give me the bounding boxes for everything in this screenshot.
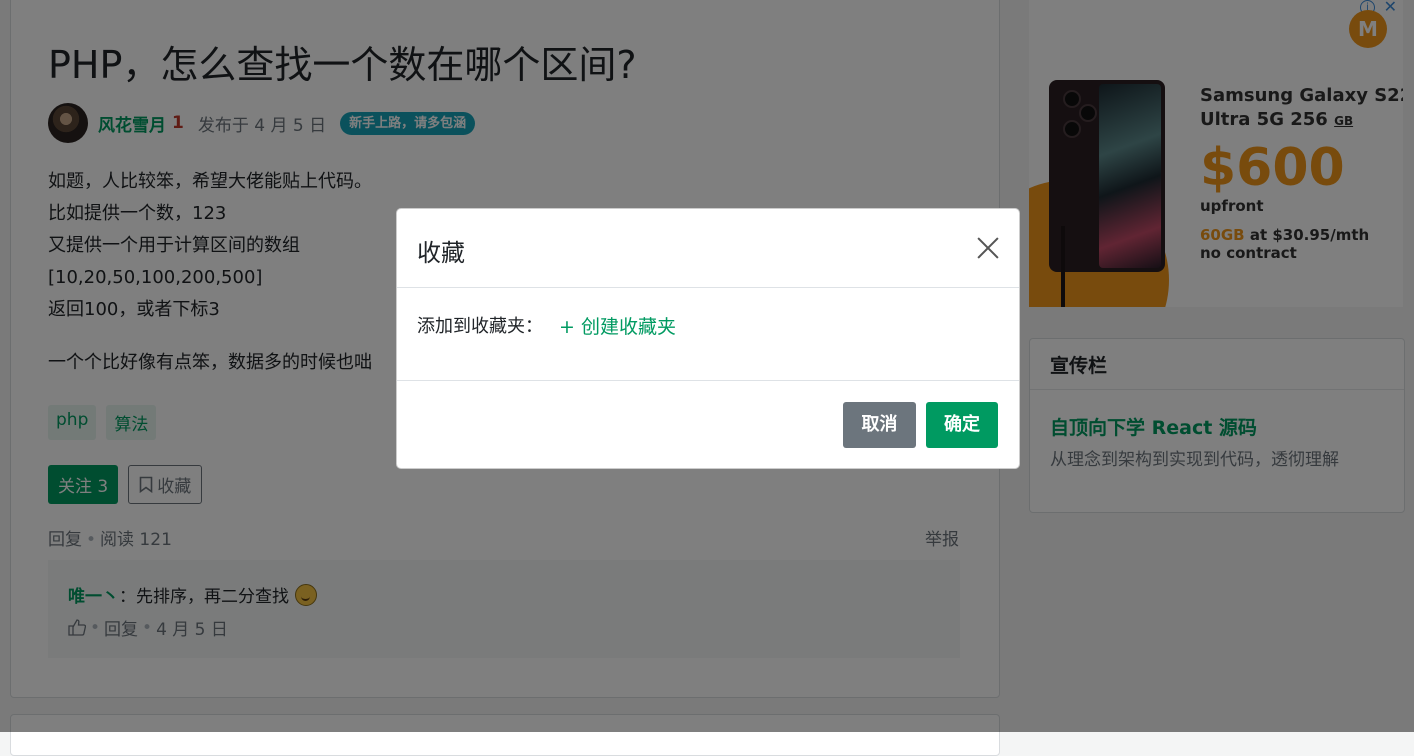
favorite-dialog: 收藏 添加到收藏夹： + 创建收藏夹 取消 确定 — [396, 208, 1020, 469]
dialog-footer: 取消 确定 — [397, 381, 1019, 469]
create-collection-link[interactable]: + 创建收藏夹 — [559, 312, 676, 339]
close-icon[interactable] — [975, 235, 1001, 261]
dialog-header: 收藏 — [397, 209, 1019, 288]
cancel-button[interactable]: 取消 — [843, 402, 916, 448]
confirm-button[interactable]: 确定 — [926, 402, 998, 448]
dialog-body: 添加到收藏夹： + 创建收藏夹 — [397, 288, 1019, 381]
collection-label: 添加到收藏夹： — [417, 316, 543, 337]
dialog-title: 收藏 — [417, 239, 465, 267]
